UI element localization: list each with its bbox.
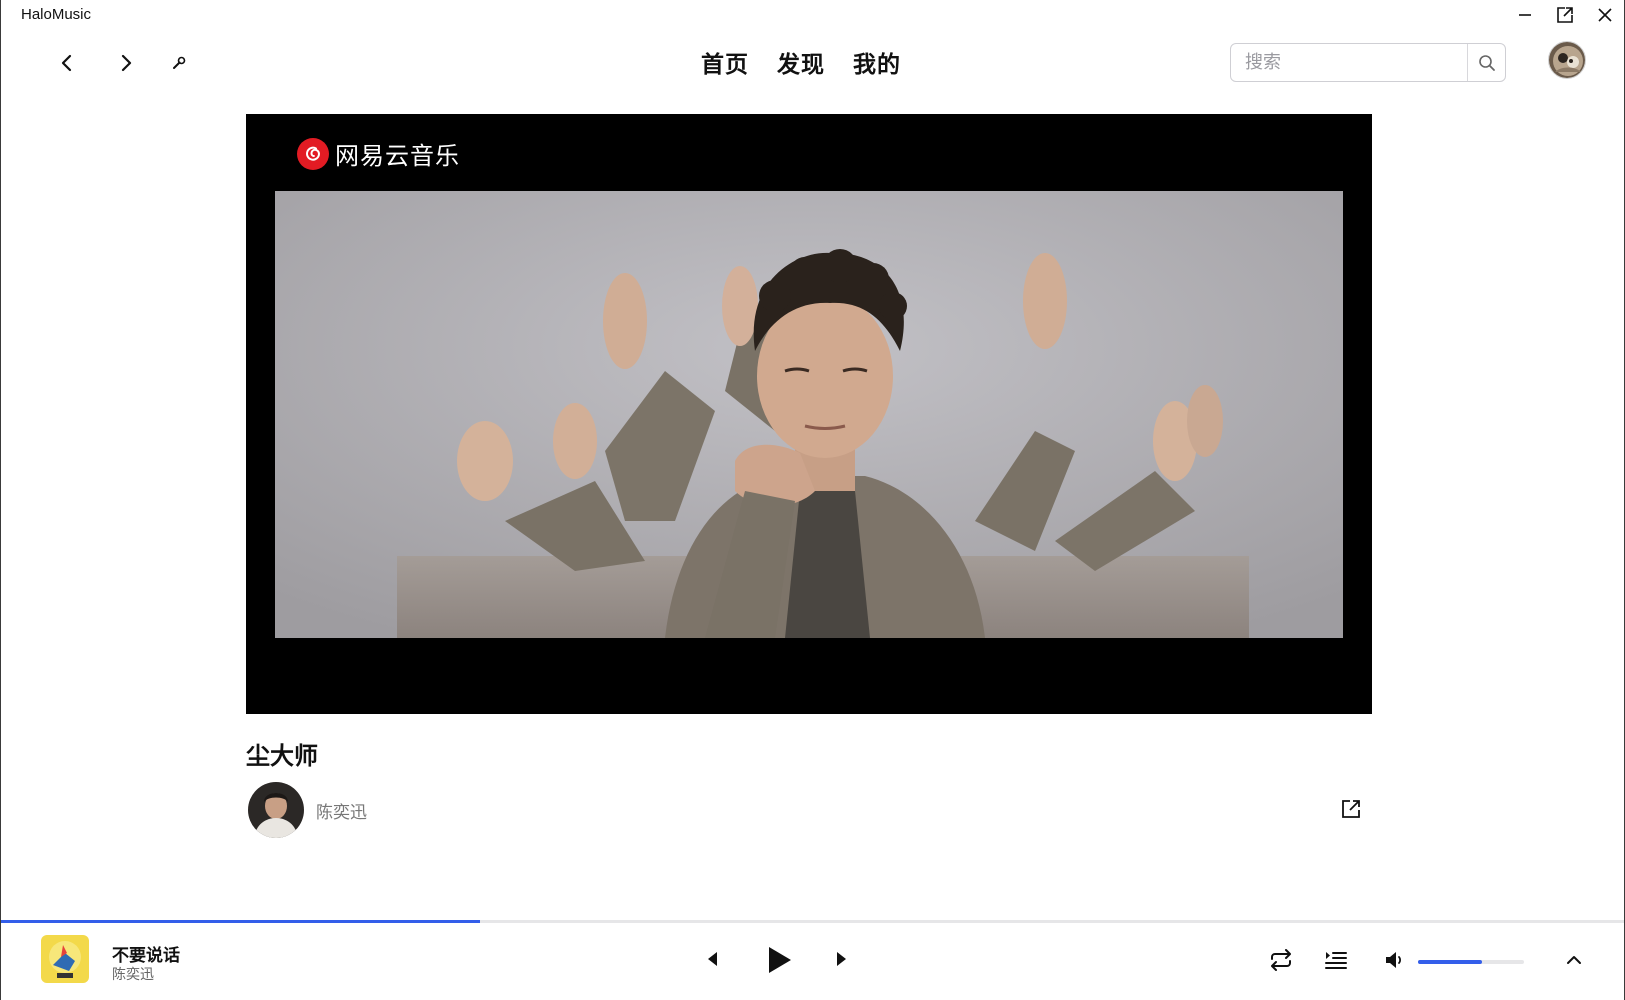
chevron-up-icon bbox=[1567, 956, 1581, 964]
title-bar: HaloMusic bbox=[1, 0, 1624, 30]
player-bar: 不要说话 陈奕迅 bbox=[1, 923, 1624, 1000]
netease-logo-icon bbox=[297, 137, 329, 170]
external-link-icon bbox=[1342, 800, 1360, 818]
skip-next-icon bbox=[837, 952, 846, 966]
search-icon bbox=[1478, 54, 1495, 71]
playlist-icon bbox=[1325, 952, 1347, 969]
minimize-button[interactable] bbox=[1506, 0, 1544, 30]
back-button[interactable] bbox=[52, 48, 82, 78]
search-button[interactable] bbox=[1467, 44, 1505, 81]
search-input[interactable] bbox=[1231, 44, 1467, 81]
tab-mine[interactable]: 我的 bbox=[853, 45, 901, 79]
artist-avatar[interactable] bbox=[248, 782, 304, 838]
user-avatar[interactable] bbox=[1548, 41, 1586, 79]
video-watermark: 网易云音乐 bbox=[297, 136, 460, 171]
tab-home[interactable]: 首页 bbox=[701, 45, 749, 79]
play-icon bbox=[769, 947, 791, 973]
video-frame-image bbox=[275, 191, 1343, 638]
close-button[interactable] bbox=[1586, 0, 1624, 30]
volume-icon bbox=[1386, 952, 1402, 968]
playlist-button[interactable] bbox=[1321, 945, 1351, 975]
volume-slider[interactable] bbox=[1418, 960, 1524, 964]
mv-title: 尘大师 bbox=[246, 743, 318, 770]
volume-slider-fill bbox=[1418, 960, 1482, 964]
expand-lyrics-button[interactable] bbox=[1559, 945, 1589, 975]
search-box bbox=[1230, 43, 1506, 82]
video-player[interactable]: 网易云音乐 bbox=[246, 114, 1372, 714]
nav-bar: 首页 发现 我的 bbox=[1, 36, 1624, 88]
repeat-button[interactable] bbox=[1266, 945, 1296, 975]
app-window: HaloMusic 首页 发现 我的 搜索 网易云音乐 尘大师 陈奕迅 不要说话… bbox=[0, 0, 1625, 1000]
arrow-left-icon bbox=[61, 54, 72, 72]
app-title: HaloMusic bbox=[21, 6, 92, 23]
play-button[interactable] bbox=[759, 940, 799, 980]
forward-button[interactable] bbox=[111, 48, 141, 78]
arrow-right-icon bbox=[121, 54, 132, 72]
artist-name[interactable]: 陈奕迅 bbox=[316, 798, 367, 823]
repeat-icon bbox=[1271, 949, 1291, 971]
main-tabs: 首页 发现 我的 bbox=[701, 45, 901, 79]
watermark-text: 网易云音乐 bbox=[335, 143, 460, 170]
track-cover[interactable] bbox=[41, 935, 89, 983]
settings-button[interactable] bbox=[164, 48, 194, 78]
previous-button[interactable] bbox=[699, 946, 725, 972]
volume-button[interactable] bbox=[1379, 945, 1409, 975]
next-button[interactable] bbox=[829, 946, 855, 972]
open-external-button[interactable] bbox=[1338, 796, 1364, 822]
track-artist[interactable]: 陈奕迅 bbox=[112, 964, 154, 984]
minimize-icon bbox=[1519, 14, 1531, 16]
popout-button[interactable] bbox=[1546, 0, 1584, 30]
wrench-icon bbox=[173, 56, 186, 69]
close-icon bbox=[1598, 8, 1612, 22]
popout-icon bbox=[1557, 7, 1573, 23]
track-title[interactable]: 不要说话 bbox=[112, 941, 180, 966]
tab-discover[interactable]: 发现 bbox=[777, 45, 825, 79]
skip-previous-icon bbox=[708, 952, 717, 966]
artist-row[interactable]: 陈奕迅 bbox=[248, 782, 367, 838]
